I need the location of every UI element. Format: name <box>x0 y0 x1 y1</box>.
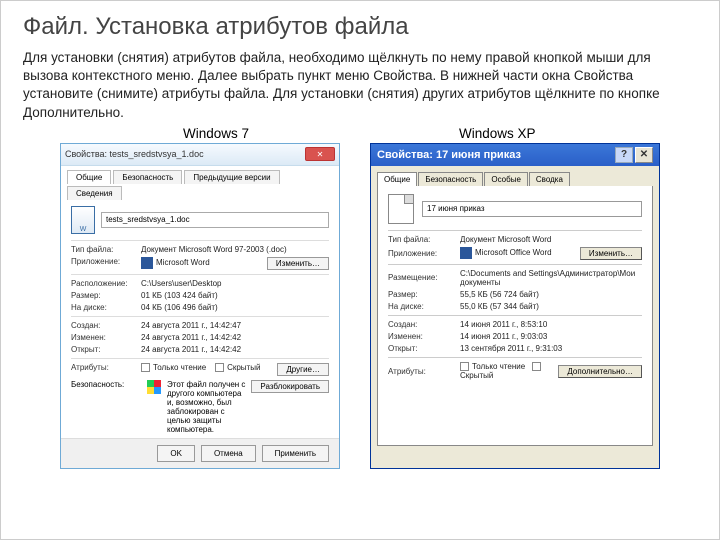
modified-label: Изменен: <box>71 333 141 342</box>
win7-titlebar[interactable]: Свойства: tests_sredstvsya_1.doc ✕ <box>61 144 339 166</box>
created-label: Создан: <box>388 320 460 329</box>
apply-button[interactable]: Применить <box>262 445 329 462</box>
filename-input[interactable]: tests_sredstvsya_1.doc <box>101 212 329 228</box>
hidden-label: Скрытый <box>460 371 493 380</box>
win7-properties-dialog: Свойства: tests_sredstvsya_1.doc ✕ Общие… <box>60 143 340 469</box>
modified-value: 14 июня 2011 г., 9:03:03 <box>460 332 642 341</box>
type-value: Документ Microsoft Word 97-2003 (.doc) <box>141 245 329 254</box>
tab-general[interactable]: Общие <box>377 172 417 186</box>
close-button[interactable]: ✕ <box>635 147 653 163</box>
readonly-checkbox[interactable] <box>141 363 150 372</box>
tab-special[interactable]: Особые <box>484 172 528 186</box>
security-text: Этот файл получен с другого компьютера и… <box>167 380 245 434</box>
type-label: Тип файла: <box>71 245 141 254</box>
tab-details[interactable]: Сведения <box>67 186 122 200</box>
opened-label: Открыт: <box>388 344 460 353</box>
app-label: Приложение: <box>388 249 460 258</box>
type-label: Тип файла: <box>388 235 460 244</box>
modified-label: Изменен: <box>388 332 460 341</box>
filename-input[interactable]: 17 июня приказ <box>422 201 642 217</box>
page-description: Для установки (снятия) атрибутов файла, … <box>23 49 697 122</box>
disk-label: На диске: <box>388 302 460 311</box>
attributes-label: Атрибуты: <box>388 367 460 376</box>
shield-icon <box>147 380 161 394</box>
app-value: Microsoft Word <box>141 257 267 270</box>
opened-label: Открыт: <box>71 345 141 354</box>
close-button[interactable]: ✕ <box>305 147 335 161</box>
tab-previous-versions[interactable]: Предыдущие версии <box>184 170 279 184</box>
size-value: 01 КБ (103 424 байт) <box>141 291 329 300</box>
attributes-label: Атрибуты: <box>71 363 141 376</box>
size-label: Размер: <box>388 290 460 299</box>
app-value: Microsoft Office Word <box>460 247 580 259</box>
cancel-button[interactable]: Отмена <box>201 445 256 462</box>
tab-security[interactable]: Безопасность <box>418 172 483 186</box>
opened-value: 24 августа 2011 г., 14:42:42 <box>141 345 329 354</box>
disk-value: 55,0 КБ (57 344 байт) <box>460 302 642 311</box>
location-label: Расположение: <box>71 279 141 288</box>
size-value: 55,5 КБ (56 724 байт) <box>460 290 642 299</box>
word-icon <box>460 247 472 259</box>
page-title: Файл. Установка атрибутов файла <box>23 13 697 41</box>
ok-button[interactable]: OK <box>157 445 195 462</box>
app-label: Приложение: <box>71 257 141 270</box>
win7-window-title: Свойства: tests_sredstvsya_1.doc <box>65 149 204 159</box>
tab-security[interactable]: Безопасность <box>113 170 182 184</box>
other-attributes-button[interactable]: Другие… <box>277 363 329 376</box>
created-value: 24 августа 2011 г., 14:42:47 <box>141 321 329 330</box>
unblock-button[interactable]: Разблокировать <box>251 380 329 393</box>
type-value: Документ Microsoft Word <box>460 235 642 244</box>
doc-icon <box>388 194 414 224</box>
winxp-properties-dialog: Свойства: 17 июня приказ ? ✕ Общие Безоп… <box>370 143 660 469</box>
tab-summary[interactable]: Сводка <box>529 172 570 186</box>
readonly-checkbox[interactable] <box>460 362 469 371</box>
hidden-label: Скрытый <box>227 363 260 372</box>
opened-value: 13 сентября 2011 г., 9:31:03 <box>460 344 642 353</box>
advanced-attributes-button[interactable]: Дополнительно… <box>558 365 642 378</box>
os-label-winxp: Windows XP <box>459 126 536 141</box>
security-label: Безопасность: <box>71 380 141 389</box>
readonly-label: Только чтение <box>472 362 525 371</box>
help-button[interactable]: ? <box>615 147 633 163</box>
disk-value: 04 КБ (106 496 байт) <box>141 303 329 312</box>
tab-general[interactable]: Общие <box>67 170 111 184</box>
winxp-window-title: Свойства: 17 июня приказ <box>377 149 521 161</box>
created-value: 14 июня 2011 г., 8:53:10 <box>460 320 642 329</box>
change-app-button[interactable]: Изменить… <box>580 247 642 260</box>
modified-value: 24 августа 2011 г., 14:42:42 <box>141 333 329 342</box>
size-label: Размер: <box>71 291 141 300</box>
disk-label: На диске: <box>71 303 141 312</box>
created-label: Создан: <box>71 321 141 330</box>
doc-icon: W <box>71 206 95 234</box>
change-app-button[interactable]: Изменить… <box>267 257 329 270</box>
hidden-checkbox[interactable] <box>532 362 541 371</box>
winxp-titlebar[interactable]: Свойства: 17 июня приказ ? ✕ <box>371 144 659 166</box>
word-icon <box>141 257 153 269</box>
location-value: C:\Documents and Settings\Администратор\… <box>460 269 642 287</box>
location-value: C:\Users\user\Desktop <box>141 279 329 288</box>
hidden-checkbox[interactable] <box>215 363 224 372</box>
location-label: Размещение: <box>388 273 460 282</box>
os-label-win7: Windows 7 <box>183 126 249 141</box>
readonly-label: Только чтение <box>153 363 206 372</box>
